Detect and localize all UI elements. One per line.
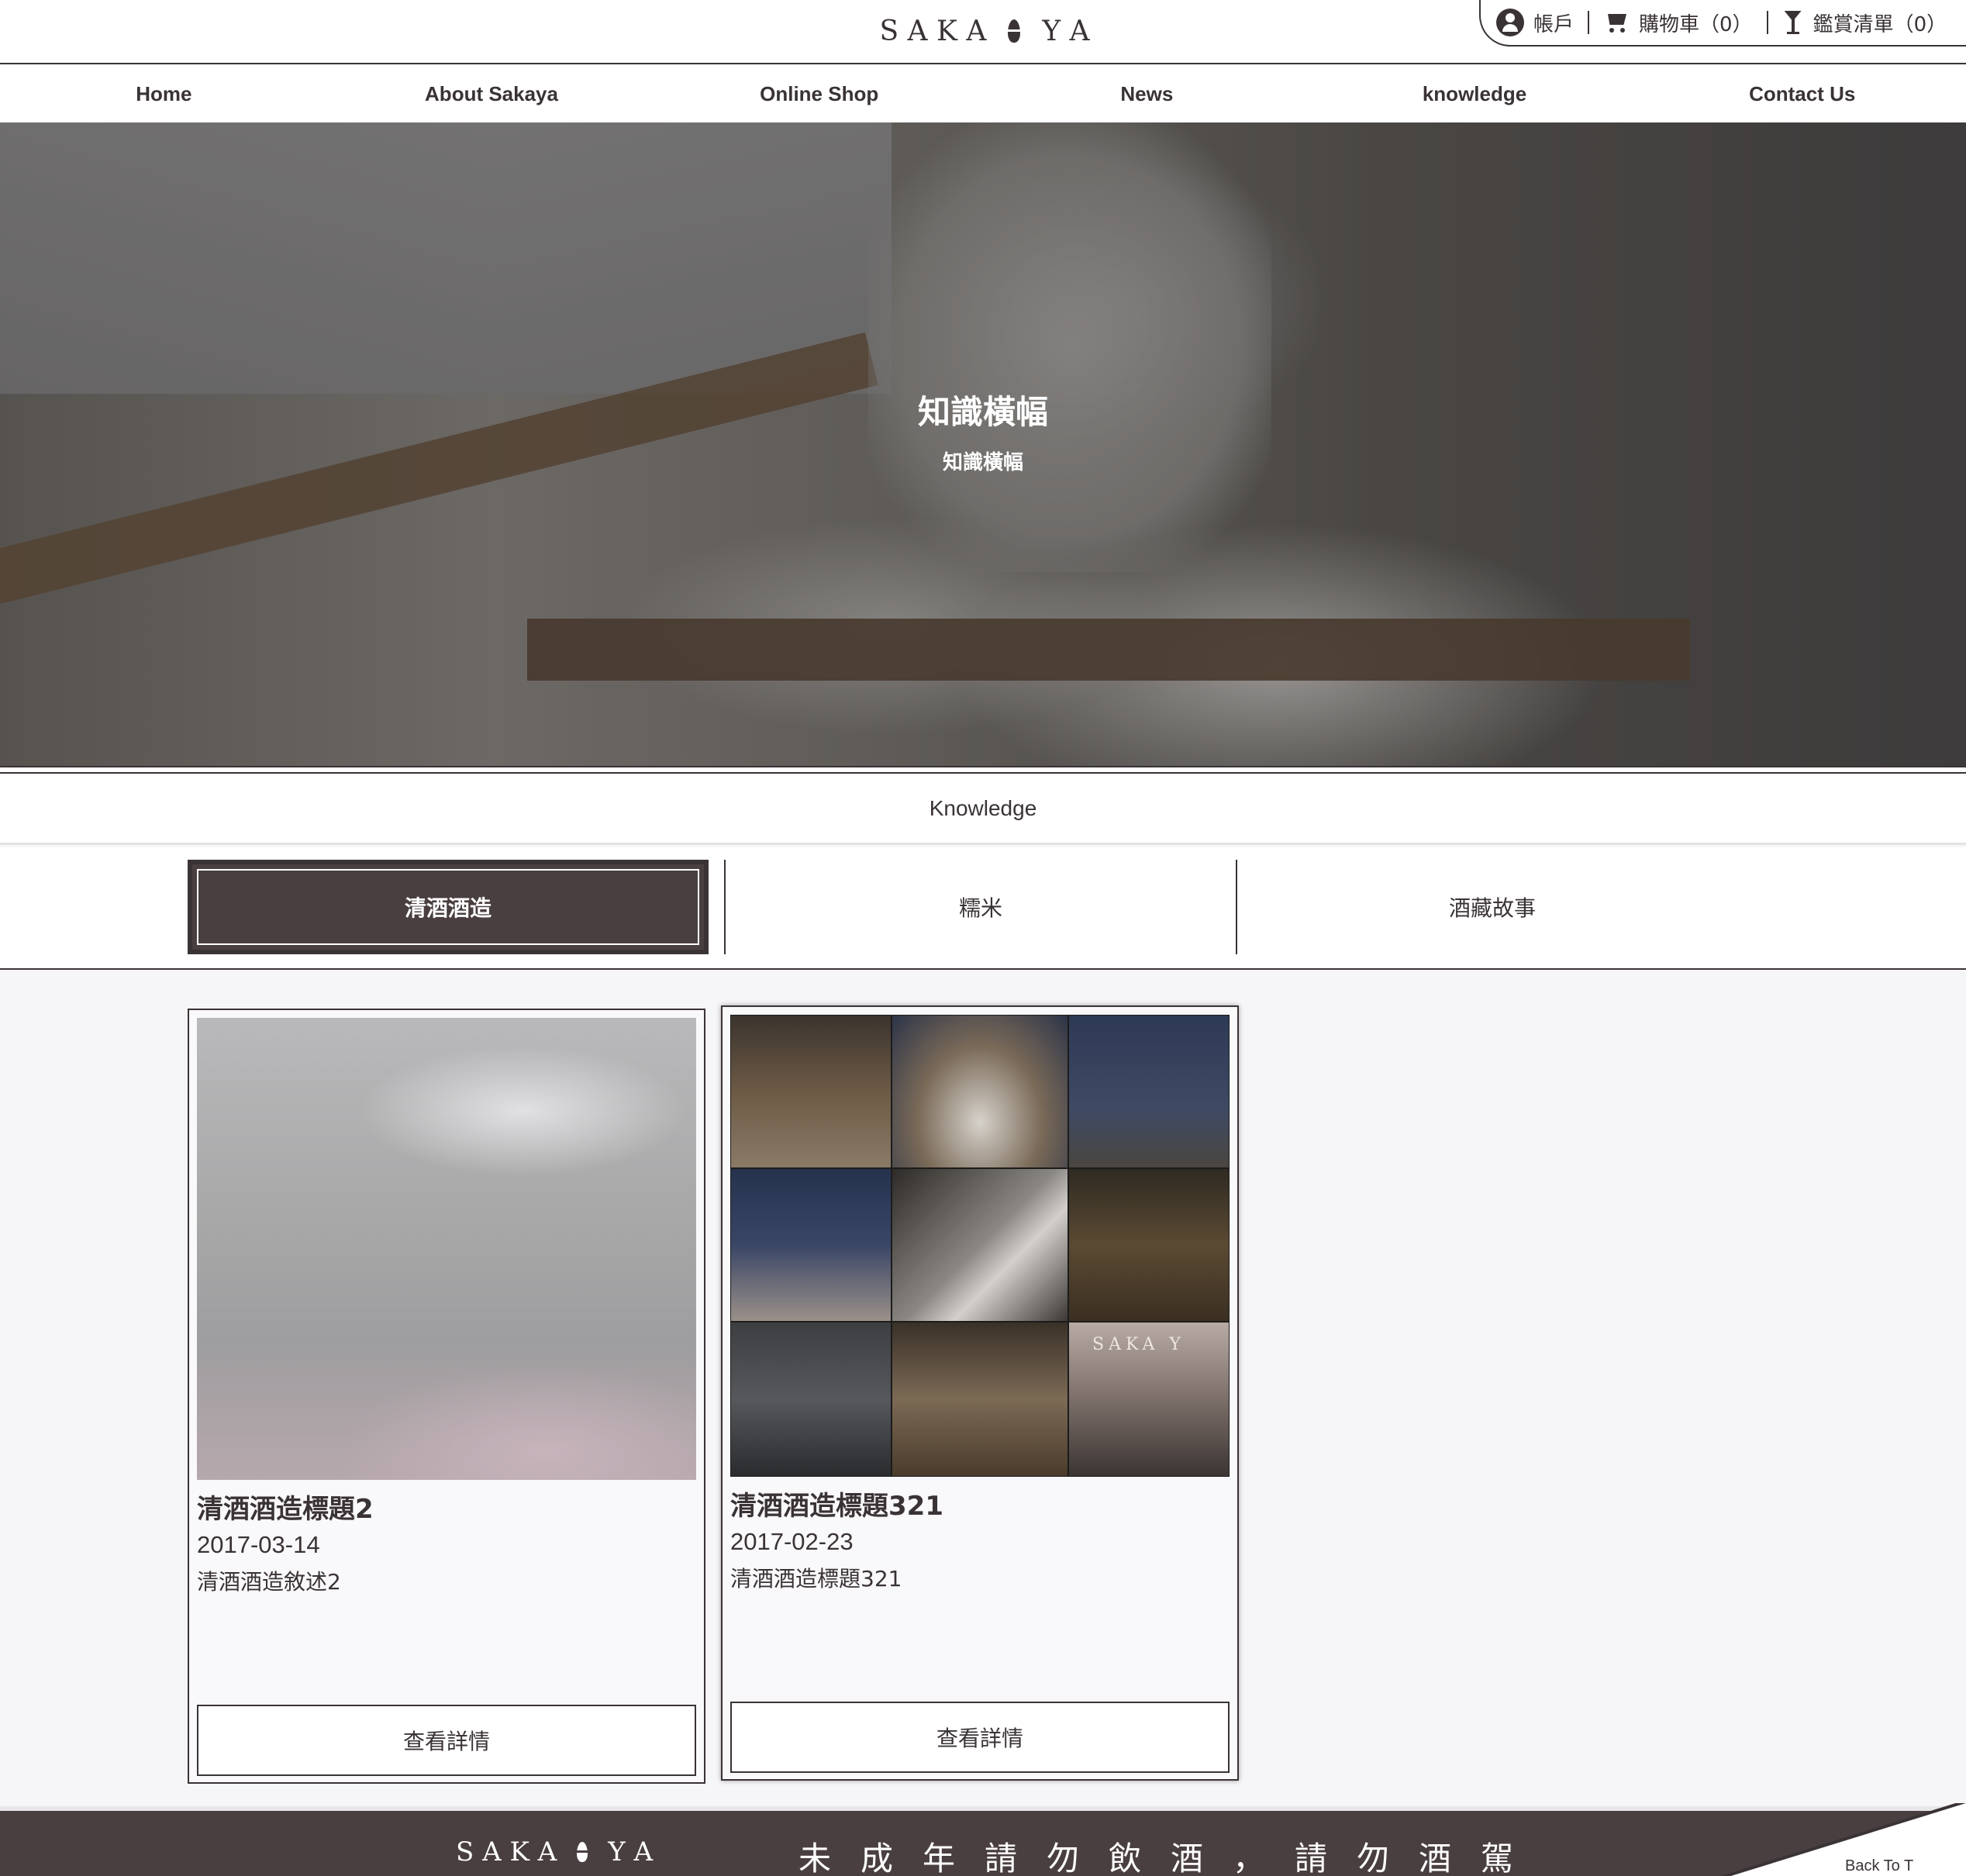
wishlist-link[interactable]: 鑑賞清單（0） — [1782, 9, 1947, 37]
wine-glass-icon — [1782, 9, 1804, 36]
storefront-sign: SAKA Y — [1092, 1335, 1185, 1354]
nav-item-about[interactable]: About Sakaya — [328, 66, 656, 122]
article-image[interactable] — [197, 1018, 696, 1480]
logo-text-left: S A K A — [879, 15, 987, 47]
cart-link[interactable]: 購物車（0） — [1603, 9, 1753, 37]
footer-message: 未成年請勿飲酒，請勿酒駕 — [798, 1840, 1543, 1876]
collage-tile — [730, 1168, 892, 1322]
article-date: 2017-02-23 — [730, 1528, 854, 1555]
tab-brewery-stories[interactable]: 酒藏故事 — [1236, 860, 1747, 954]
nav-item-home[interactable]: Home — [0, 66, 328, 122]
nav-item-online-shop[interactable]: Online Shop — [655, 66, 983, 122]
article-card[interactable]: SAKA Y 清酒酒造標題321 2017-02-23 清酒酒造標題321 查看… — [721, 1005, 1239, 1781]
wishlist-label: 鑑賞清單（0） — [1813, 12, 1947, 36]
hero-title: 知識橫幅 — [917, 393, 1048, 431]
top-header: S A K A Y A 帳戶 購物車（0） 鑑賞清單（0） — [0, 0, 1966, 64]
site-logo[interactable]: S A K A Y A — [845, 11, 1124, 51]
back-to-top-label: Back To T — [1845, 1857, 1914, 1874]
cart-icon — [1603, 11, 1630, 34]
article-description: 清酒酒造標題321 — [730, 1566, 902, 1591]
drop-icon — [1008, 19, 1021, 43]
collage-tile — [1068, 1168, 1230, 1322]
collage-tile — [730, 1322, 892, 1477]
divider — [1588, 11, 1590, 34]
article-date: 2017-03-14 — [197, 1531, 320, 1558]
footer-logo-right: Y A — [608, 1836, 654, 1867]
tab-sake-brewing[interactable]: 清酒酒造 — [188, 860, 709, 954]
nav-item-contact[interactable]: Contact Us — [1638, 66, 1966, 122]
nav-item-news[interactable]: News — [983, 66, 1311, 122]
collage-tile — [892, 1168, 1068, 1322]
section-title: Knowledge — [0, 774, 1966, 845]
divider — [1766, 11, 1768, 34]
hero-overlay — [0, 122, 1966, 767]
account-panel: 帳戶 購物車（0） 鑑賞清單（0） — [1479, 0, 1966, 47]
collage-tile — [892, 1015, 1068, 1168]
category-tabs: 清酒酒造 糯米 酒藏故事 — [0, 847, 1966, 970]
footer-logo[interactable]: S A K A Y A — [456, 1833, 653, 1871]
nav-item-knowledge[interactable]: knowledge — [1311, 66, 1639, 122]
hero-subtitle: 知識橫幅 — [942, 451, 1023, 474]
account-link[interactable]: 帳戶 — [1496, 9, 1574, 37]
user-icon — [1496, 9, 1524, 36]
site-footer: S A K A Y A 未成年請勿飲酒，請勿酒駕 Back To T — [0, 1803, 1966, 1876]
collage-tile — [892, 1322, 1068, 1477]
hero-divider — [0, 766, 1966, 774]
footer-logo-left: S A K A — [456, 1836, 557, 1867]
cart-label: 購物車（0） — [1639, 12, 1753, 36]
article-card[interactable]: 清酒酒造標題2 2017-03-14 清酒酒造敘述2 查看詳情 — [188, 1009, 705, 1784]
drop-icon — [577, 1842, 588, 1862]
collage-tile — [730, 1015, 892, 1168]
tab-glutinous-rice[interactable]: 糯米 — [724, 860, 1236, 954]
article-title[interactable]: 清酒酒造標題321 — [730, 1485, 1226, 1523]
article-title[interactable]: 清酒酒造標題2 — [197, 1488, 693, 1526]
view-details-button[interactable]: 查看詳情 — [197, 1705, 696, 1776]
main-nav: Home About Sakaya Online Shop News knowl… — [0, 66, 1966, 122]
hero-banner: 知識橫幅 知識橫幅 — [0, 122, 1966, 767]
logo-text-right: Y A — [1042, 15, 1090, 47]
article-list: 清酒酒造標題2 2017-03-14 清酒酒造敘述2 查看詳情 SAKA Y 清… — [0, 971, 1966, 1802]
back-to-top-button[interactable]: Back To T — [1706, 1803, 1966, 1876]
collage-tile — [1068, 1015, 1230, 1168]
view-details-button[interactable]: 查看詳情 — [730, 1702, 1230, 1773]
article-description: 清酒酒造敘述2 — [197, 1569, 341, 1595]
collage-tile: SAKA Y — [1068, 1322, 1230, 1477]
article-image[interactable]: SAKA Y — [730, 1015, 1230, 1477]
account-label: 帳戶 — [1533, 12, 1575, 36]
